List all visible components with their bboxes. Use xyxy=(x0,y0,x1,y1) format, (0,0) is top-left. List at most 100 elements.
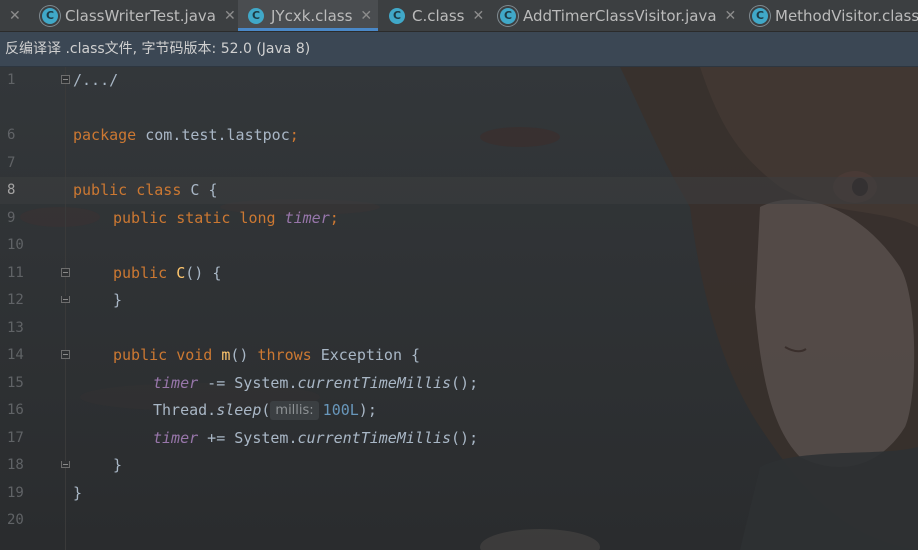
code-line[interactable]: 13 xyxy=(0,315,918,342)
semicolon: ; xyxy=(289,126,299,144)
brace: } xyxy=(113,291,123,309)
semicolon: ; xyxy=(329,209,339,227)
fold-end-icon[interactable] xyxy=(61,296,70,303)
code-line[interactable]: 7 xyxy=(0,150,918,177)
line-number: 17 xyxy=(7,430,24,446)
line-number: 20 xyxy=(7,512,24,528)
close-icon[interactable]: ✕ xyxy=(360,8,372,24)
tab-classwritertest[interactable]: C ClassWriterTest.java ✕ xyxy=(28,0,237,31)
paren: ( xyxy=(261,401,271,419)
code-text: public void m() throws Exception { xyxy=(113,342,420,369)
code-line[interactable]: 6 package com.test.lastpoc; xyxy=(0,122,918,149)
tab-label: AddTimerClassVisitor.java xyxy=(523,6,717,25)
field-name: timer xyxy=(153,429,199,447)
exception-type: Exception { xyxy=(311,346,421,364)
static-call: currentTimeMillis xyxy=(297,429,452,447)
params: () { xyxy=(185,264,222,282)
line-number: 15 xyxy=(7,375,24,391)
tab-overflow[interactable]: ✕ xyxy=(0,0,26,31)
line-number: 8 xyxy=(7,182,16,198)
code-line[interactable]: 19 } xyxy=(0,480,918,507)
class-file-icon: C xyxy=(389,7,405,24)
code-line-current[interactable]: 8 public class C { xyxy=(0,177,918,204)
line-number: 11 xyxy=(7,265,24,281)
keyword: public static long xyxy=(113,209,276,227)
close-icon[interactable]: ✕ xyxy=(472,8,484,24)
close-icon[interactable]: ✕ xyxy=(725,8,737,24)
line-number: 16 xyxy=(7,402,24,418)
close-icon[interactable]: ✕ xyxy=(9,8,21,24)
field-name: timer xyxy=(153,374,199,392)
code-line[interactable]: 11 public C() { xyxy=(0,260,918,287)
code-line[interactable]: 17 timer += System.currentTimeMillis(); xyxy=(0,425,918,452)
class-ref: Thread. xyxy=(153,401,217,419)
line-number: 18 xyxy=(7,457,24,473)
code-text: } xyxy=(113,287,122,314)
keyword: public xyxy=(73,181,128,199)
editor-tab-bar: ✕ C ClassWriterTest.java ✕ C JYcxk.class… xyxy=(0,0,918,32)
code-line[interactable]: 16 Thread.sleep(millis: 100L); xyxy=(0,397,918,424)
tab-label: MethodVisitor.class xyxy=(775,6,918,25)
fold-icon[interactable] xyxy=(61,75,70,84)
code-text: package com.test.lastpoc; xyxy=(73,122,299,149)
line-number: 7 xyxy=(7,155,16,171)
keyword: public void xyxy=(113,346,213,364)
operator: -= System. xyxy=(198,374,298,392)
fold-icon[interactable] xyxy=(61,268,70,277)
brace: } xyxy=(73,484,83,502)
collapsed-comment[interactable]: /.../ xyxy=(73,71,118,89)
keyword: public xyxy=(113,264,168,282)
keyword: package xyxy=(73,126,137,144)
code-line[interactable]: 18 } xyxy=(0,452,918,479)
number-literal: 100L xyxy=(322,401,359,419)
code-line[interactable]: 9 public static long timer; xyxy=(0,205,918,232)
call-end: ); xyxy=(358,401,377,419)
code-line[interactable]: 1 /.../ xyxy=(0,67,918,94)
code-text: } xyxy=(73,480,82,507)
fold-end-icon[interactable] xyxy=(61,461,70,468)
code-text: timer += System.currentTimeMillis(); xyxy=(153,425,478,452)
decompiled-notice-banner: 反编译译 .class文件, 字节码版本: 52.0 (Java 8) xyxy=(0,32,918,67)
code-text: public static long timer; xyxy=(113,205,339,232)
tab-label: JYcxk.class xyxy=(271,6,353,25)
code-line[interactable]: 10 xyxy=(0,232,918,259)
line-number: 12 xyxy=(7,292,24,308)
brace: { xyxy=(199,181,218,199)
code-line[interactable]: 14 public void m() throws Exception { xyxy=(0,342,918,369)
package-name: com.test.lastpoc xyxy=(136,126,290,144)
line-number: 10 xyxy=(7,237,24,253)
code-text: Thread.sleep(millis: 100L); xyxy=(153,397,377,424)
code-line[interactable]: 15 timer -= System.currentTimeMillis(); xyxy=(0,370,918,397)
java-class-icon: C xyxy=(500,7,516,24)
tab-addtimerclassvisitor[interactable]: C AddTimerClassVisitor.java ✕ xyxy=(490,0,745,31)
line-number: 19 xyxy=(7,485,24,501)
tab-label: ClassWriterTest.java xyxy=(65,6,216,25)
constructor-name: C xyxy=(176,264,186,282)
call-end: (); xyxy=(451,374,479,392)
call-end: (); xyxy=(451,429,479,447)
params: () xyxy=(230,346,258,364)
static-call: currentTimeMillis xyxy=(297,374,452,392)
fold-icon[interactable] xyxy=(61,350,70,359)
tab-jycxk[interactable]: C JYcxk.class ✕ xyxy=(238,0,378,31)
code-text: public class C { xyxy=(73,177,218,204)
code-text: public C() { xyxy=(113,260,221,287)
tab-label: C.class xyxy=(412,6,465,25)
line-number: 9 xyxy=(7,210,16,226)
code-line[interactable]: 12 } xyxy=(0,287,918,314)
code-text: /.../ xyxy=(73,67,118,94)
code-text: } xyxy=(113,452,122,479)
java-class-icon: C xyxy=(42,7,58,24)
line-number: 1 xyxy=(7,72,16,88)
code-line[interactable]: 20 xyxy=(0,507,918,534)
close-icon[interactable]: ✕ xyxy=(224,8,236,24)
keyword: class xyxy=(136,181,182,199)
tab-methodvisitor[interactable]: C MethodVisitor.class xyxy=(746,0,918,31)
static-call: sleep xyxy=(216,401,262,419)
class-file-icon: C xyxy=(752,7,768,24)
tab-c-class[interactable]: C C.class ✕ xyxy=(379,0,489,31)
line-number: 6 xyxy=(7,127,16,143)
field-name: timer xyxy=(284,209,330,227)
brace: } xyxy=(113,456,123,474)
banner-text: 反编译译 .class文件, 字节码版本: 52.0 (Java 8) xyxy=(5,41,311,57)
